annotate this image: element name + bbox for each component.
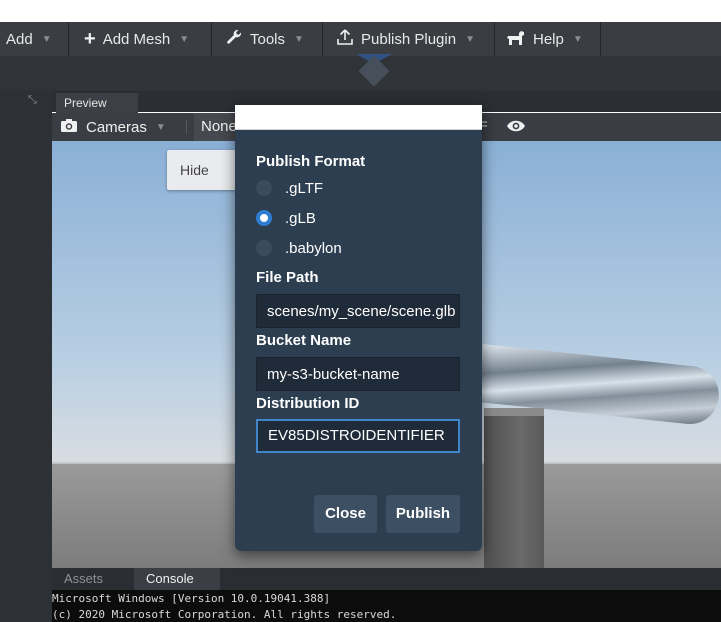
publish-format-label: Publish Format — [256, 153, 366, 170]
preview-tab[interactable]: Preview — [56, 93, 138, 113]
bucket-name-label: Bucket Name — [256, 332, 352, 349]
add-mesh-label: Add Mesh — [102, 30, 171, 48]
radio-button[interactable] — [256, 180, 272, 196]
dialog-title-bar — [235, 105, 482, 130]
distribution-id-label: Distribution ID — [256, 395, 360, 412]
tab-assets[interactable]: Assets — [56, 568, 132, 590]
format-glb-label: .gLB — [285, 209, 316, 227]
caret-down-icon: ▼ — [41, 33, 52, 45]
publish-button[interactable]: Publish — [386, 495, 460, 533]
add-menu-label: Add — [6, 30, 33, 48]
format-option-gltf[interactable]: .gLTF — [256, 178, 323, 198]
publish-plugin-menu[interactable]: Publish Plugin ▼ — [336, 22, 475, 56]
tools-label: Tools — [250, 30, 286, 48]
help-label: Help — [533, 30, 564, 48]
publish-plugin-label: Publish Plugin — [361, 30, 457, 48]
close-button[interactable]: Close — [314, 495, 377, 533]
file-path-label: File Path — [256, 269, 319, 286]
pedestal-mesh — [484, 408, 544, 568]
left-panel — [0, 91, 52, 622]
caret-down-icon: ▼ — [294, 33, 304, 45]
add-mesh-menu[interactable]: + Add Mesh ▼ — [84, 22, 189, 56]
console-line: (c) 2020 Microsoft Corporation. All righ… — [52, 608, 397, 621]
tools-menu[interactable]: Tools ▼ — [226, 22, 304, 56]
expand-icon[interactable]: ⤡ — [28, 94, 37, 107]
bucket-name-input[interactable]: my-s3-bucket-name — [256, 357, 460, 391]
main-toolbar: Add ▼ + Add Mesh ▼ Tools ▼ Publish Plugi… — [0, 22, 721, 56]
cameras-dropdown[interactable]: Cameras ▼ — [60, 113, 166, 141]
wrench-icon — [226, 29, 243, 50]
distribution-id-input[interactable]: EV85DISTROIDENTIFIER — [256, 419, 460, 453]
console-line: Microsoft Windows [Version 10.0.19041.38… — [52, 592, 331, 605]
caret-down-icon: ▼ — [465, 33, 475, 45]
caret-down-icon: ▼ — [155, 121, 166, 133]
cameras-label: Cameras — [86, 118, 147, 136]
help-menu[interactable]: Help ▼ — [506, 22, 583, 56]
add-menu[interactable]: Add ▼ — [6, 22, 52, 56]
file-path-input[interactable]: scenes/my_scene/scene.glb — [256, 294, 460, 328]
plus-icon: + — [84, 28, 96, 50]
camera-icon — [60, 118, 78, 137]
upload-icon — [336, 28, 354, 50]
caret-down-icon: ▼ — [179, 33, 190, 45]
format-gltf-label: .gLTF — [285, 179, 324, 197]
dog-icon — [506, 29, 526, 50]
radio-button[interactable] — [256, 240, 272, 256]
caret-down-icon: ▼ — [572, 33, 583, 45]
publish-dialog — [235, 105, 482, 551]
tab-console[interactable]: Console — [134, 568, 220, 590]
radio-button-selected[interactable] — [256, 210, 272, 226]
format-babylon-label: .babylon — [285, 239, 342, 257]
format-option-glb[interactable]: .gLB — [256, 208, 316, 228]
format-option-babylon[interactable]: .babylon — [256, 238, 342, 258]
eye-icon[interactable] — [506, 119, 526, 138]
